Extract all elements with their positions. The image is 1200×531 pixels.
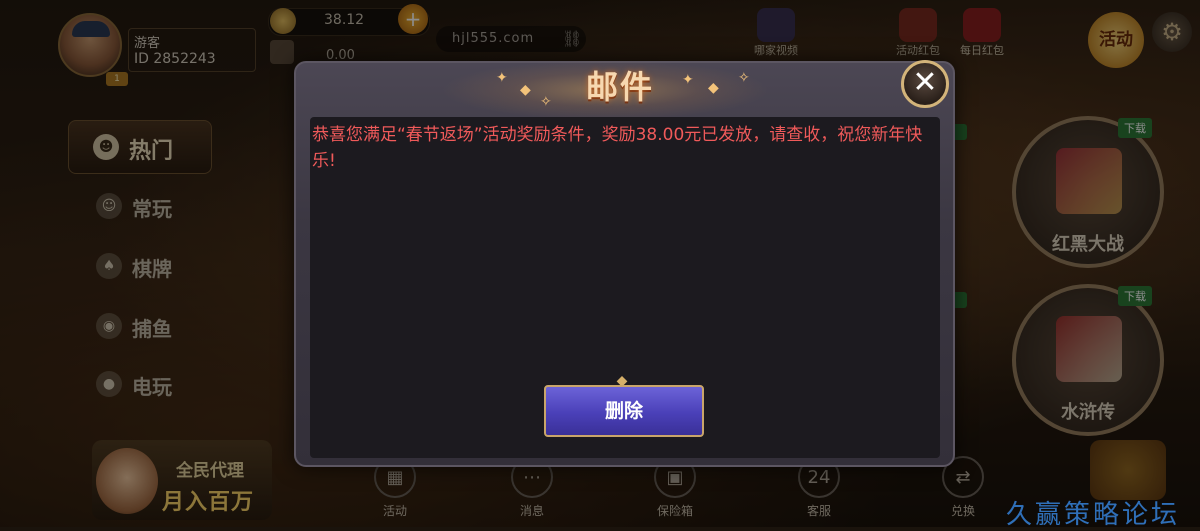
sparkle-decoration: ✧ <box>738 70 750 86</box>
sparkle-decoration: ◆ <box>708 80 719 96</box>
sparkle-decoration: ✦ <box>496 70 508 86</box>
sparkle-decoration: ✧ <box>540 94 552 110</box>
dialog-title: 邮件 <box>586 68 655 106</box>
mail-message: 恭喜您满足“春节返场”活动奖励条件，奖励38.00元已发放，请查收，祝您新年快乐… <box>312 125 923 171</box>
close-button[interactable]: ✕ <box>901 60 949 108</box>
sparkle-decoration: ◆ <box>520 82 531 98</box>
delete-button[interactable]: 删除 <box>544 385 704 437</box>
sparkle-decoration: ✦ <box>682 72 694 88</box>
watermark: 久赢策略论坛 <box>1006 500 1181 530</box>
